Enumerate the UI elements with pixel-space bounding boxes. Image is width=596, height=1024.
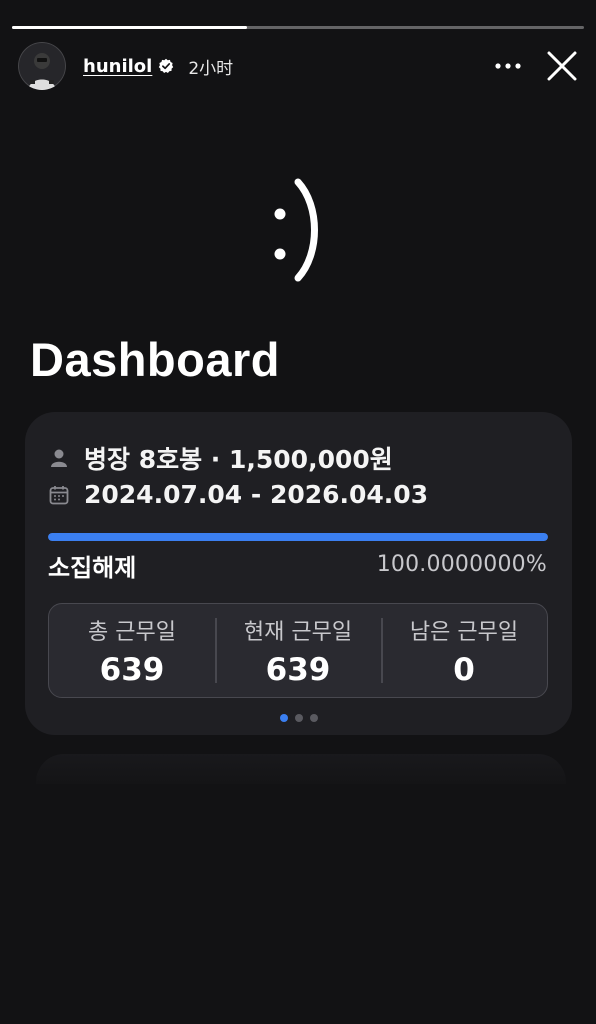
story-progress-fill	[12, 26, 247, 29]
avatar[interactable]	[18, 42, 66, 90]
stat-total-days: 총 근무일 639	[49, 604, 215, 697]
story-progress-bar	[12, 26, 584, 29]
close-button[interactable]	[540, 44, 584, 88]
date-row: 2024.07.04 - 2026.04.03	[48, 480, 428, 509]
more-dots-icon	[495, 63, 521, 69]
page-dot[interactable]	[294, 714, 303, 722]
stat-value: 639	[99, 652, 165, 688]
story-header: hunilol 2小时	[18, 42, 584, 90]
more-options-button[interactable]	[488, 46, 528, 86]
page-dot[interactable]	[279, 714, 288, 722]
next-card-partial	[36, 754, 566, 784]
page-indicator[interactable]	[25, 714, 572, 722]
stat-value: 0	[453, 652, 475, 688]
calendar-icon	[48, 484, 70, 506]
stat-remaining-days: 남은 근무일 0	[381, 604, 547, 697]
close-icon	[547, 51, 577, 81]
story-viewer: hunilol 2小时 Dashboard 병장 8호봉 · 1,500,000…	[0, 0, 596, 1024]
verified-badge-icon	[158, 58, 174, 74]
stat-value: 639	[265, 652, 331, 688]
service-progress-fill	[48, 533, 548, 541]
dashboard-card[interactable]: 병장 8호봉 · 1,500,000원 2024.07.04 - 2026.04…	[25, 412, 572, 735]
status-label: 소집해제	[48, 554, 137, 582]
person-icon	[48, 447, 70, 469]
username[interactable]: hunilol	[83, 56, 152, 77]
stat-label: 현재 근무일	[243, 620, 353, 645]
page-title: Dashboard	[30, 333, 280, 386]
stats-panel: 총 근무일 639 현재 근무일 639 남은 근무일 0	[48, 603, 548, 698]
smiley-face-icon	[274, 178, 318, 282]
stat-label: 남은 근무일	[409, 620, 519, 645]
service-progress-bar	[48, 533, 548, 541]
smiley-emoticon	[0, 176, 596, 284]
stat-label: 총 근무일	[88, 620, 176, 645]
progress-percent: 100.0000000%	[376, 552, 547, 577]
page-dot[interactable]	[309, 714, 318, 722]
post-time: 2小时	[188, 58, 234, 79]
service-date-range: 2024.07.04 - 2026.04.03	[84, 480, 429, 509]
rank-row: 병장 8호봉 · 1,500,000원	[48, 440, 393, 476]
rank-salary-text: 병장 8호봉 · 1,500,000원	[84, 445, 393, 474]
stat-current-days: 현재 근무일 639	[215, 604, 381, 697]
